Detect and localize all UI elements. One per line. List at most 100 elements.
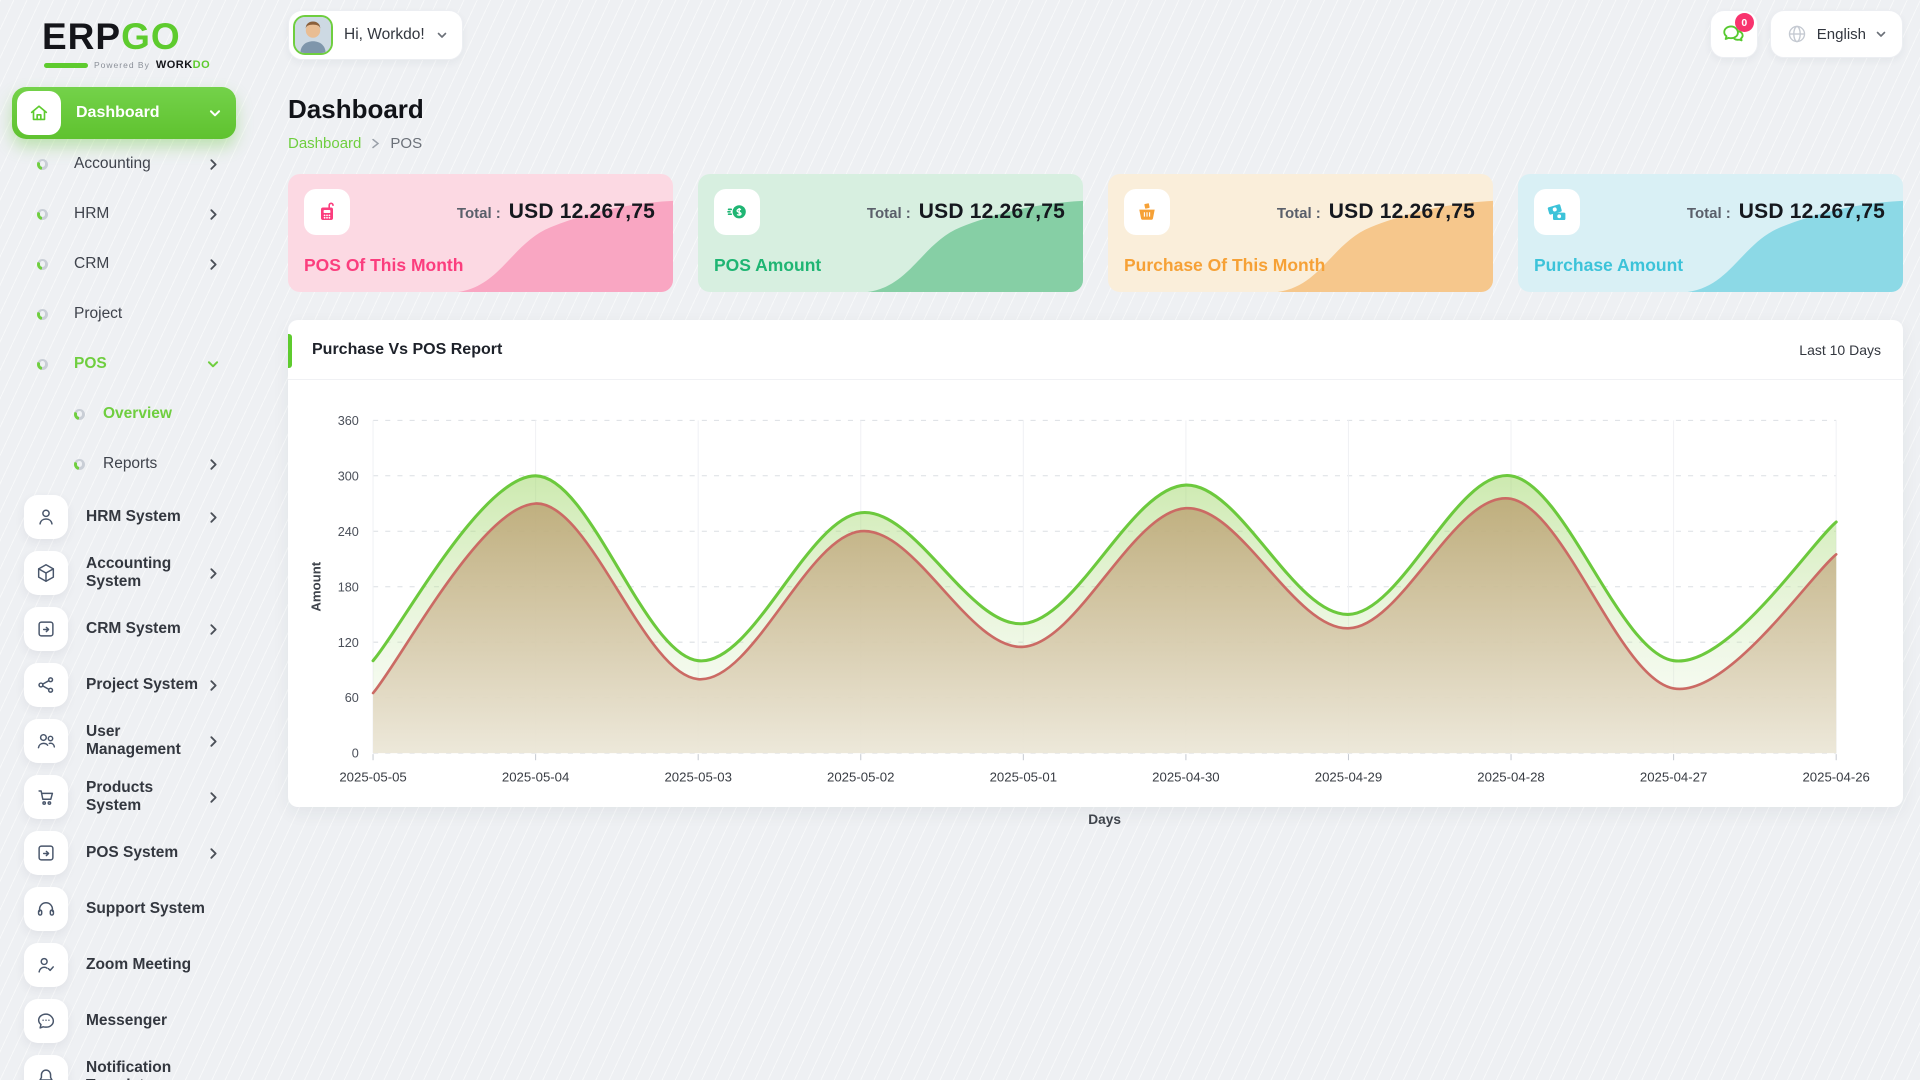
sidebar-item-zoom-meeting[interactable]: Zoom Meeting <box>12 937 236 993</box>
bullet-donut-icon <box>74 409 85 420</box>
logo-underline <box>44 63 88 68</box>
money-transfer-icon <box>714 189 760 235</box>
svg-text:2025-04-30: 2025-04-30 <box>1152 770 1219 785</box>
stat-card-label: POS Of This Month <box>304 255 463 276</box>
sidebar-item-label: Project System <box>86 676 207 694</box>
breadcrumb-dashboard-link[interactable]: Dashboard <box>288 135 361 152</box>
stat-card-pos-amount: Total :USD 12.267,75 POS Amount <box>698 174 1083 292</box>
home-icon <box>17 91 61 135</box>
sidebar-item-reports[interactable]: Reports <box>12 439 236 489</box>
app-logo[interactable]: ERPGO Powered By WORKDO <box>42 18 236 71</box>
sidebar-item-user-management[interactable]: User Management <box>12 713 236 769</box>
stat-card-purchase-of-this-month: Total :USD 12.267,75 Purchase Of This Mo… <box>1108 174 1493 292</box>
sidebar-item-label: CRM <box>74 255 207 273</box>
sidebar-item-label: CRM System <box>86 620 207 638</box>
total-amount: USD 12.267,75 <box>1739 200 1885 224</box>
sidebar-item-project[interactable]: Project <box>12 289 236 339</box>
bullet-donut-icon <box>37 359 48 370</box>
bullet-donut-icon <box>37 159 48 170</box>
card-accent-bar <box>288 334 292 368</box>
sidebar: ERPGO Powered By WORKDO Dashboard Accoun… <box>0 0 248 1080</box>
sidebar-item-project-system[interactable]: Project System <box>12 657 236 713</box>
svg-text:2025-05-01: 2025-05-01 <box>990 770 1057 785</box>
sidebar-item-hrm[interactable]: HRM <box>12 189 236 239</box>
chart-card: Purchase Vs POS Report Last 10 Days 0601… <box>288 320 1903 807</box>
total-amount: USD 12.267,75 <box>509 200 655 224</box>
app-window-icon <box>24 831 68 875</box>
stat-card-label: Purchase Of This Month <box>1124 255 1325 276</box>
chevron-right-icon <box>207 458 220 471</box>
notifications-button[interactable]: 0 <box>1710 10 1758 58</box>
sidebar-item-label: Accounting <box>74 155 207 173</box>
bullet-donut-icon <box>74 459 85 470</box>
sidebar-item-pos[interactable]: POS <box>12 339 236 389</box>
sidebar-item-products-system[interactable]: Products System <box>12 769 236 825</box>
svg-text:360: 360 <box>338 414 359 428</box>
sidebar-item-label: Overview <box>103 405 220 423</box>
sidebar-item-label: POS <box>74 355 206 373</box>
chart-title: Purchase Vs POS Report <box>312 341 502 359</box>
bullet-donut-icon <box>37 309 48 320</box>
sidebar-item-label: Reports <box>103 455 207 473</box>
stat-cards-row: Total : USD 12.267,75 POS Of This Month T… <box>288 174 1903 292</box>
pos-machine-icon <box>304 189 350 235</box>
svg-text:2025-04-26: 2025-04-26 <box>1802 770 1869 785</box>
chevron-right-icon <box>371 138 380 149</box>
purchase-vs-pos-chart: 0601201802403003602025-05-052025-05-0420… <box>288 380 1903 836</box>
sidebar-item-crm-system[interactable]: CRM System <box>12 601 236 657</box>
sidebar-item-label: HRM <box>74 205 207 223</box>
sidebar-item-label: HRM System <box>86 508 207 526</box>
sidebar-item-label: User Management <box>86 723 207 759</box>
chevron-right-icon <box>207 158 220 171</box>
page-title: Dashboard <box>288 94 1903 125</box>
sidebar-item-label: Zoom Meeting <box>86 956 220 974</box>
sidebar-item-pos-system[interactable]: POS System <box>12 825 236 881</box>
bullet-donut-icon <box>37 209 48 220</box>
chevron-right-icon <box>207 208 220 221</box>
sidebar-item-overview[interactable]: Overview <box>12 389 236 439</box>
chevron-right-icon <box>207 623 220 636</box>
sidebar-item-messenger[interactable]: Messenger <box>12 993 236 1049</box>
svg-text:240: 240 <box>338 525 359 539</box>
sidebar-item-crm[interactable]: CRM <box>12 239 236 289</box>
sidebar-item-label: Notification Template <box>86 1059 220 1080</box>
chevron-down-icon <box>436 29 448 41</box>
main-content: Hi, Workdo! 0 English Dashboard Dashboar… <box>248 0 1920 807</box>
stat-card-label: Purchase Amount <box>1534 255 1683 276</box>
chat-icon <box>24 999 68 1043</box>
bullet-donut-icon <box>37 259 48 270</box>
svg-text:2025-05-05: 2025-05-05 <box>339 770 406 785</box>
sidebar-item-hrm-system[interactable]: HRM System <box>12 489 236 545</box>
greeting-label: Hi, Workdo! <box>344 26 425 44</box>
sidebar-item-accounting-system[interactable]: Accounting System <box>12 545 236 601</box>
sidebar-item-accounting[interactable]: Accounting <box>12 139 236 189</box>
sidebar-item-label: POS System <box>86 844 207 862</box>
total-label: Total : <box>1277 205 1321 222</box>
topbar: Hi, Workdo! 0 English <box>288 10 1903 60</box>
svg-text:60: 60 <box>345 691 359 705</box>
sidebar-item-notification-template[interactable]: Notification Template <box>12 1049 236 1080</box>
stat-card-purchase-amount: Total :USD 12.267,75 Purchase Amount <box>1518 174 1903 292</box>
language-selector[interactable]: English <box>1770 10 1903 58</box>
breadcrumb-current: POS <box>390 135 422 152</box>
breadcrumb: Dashboard POS <box>288 135 1903 152</box>
stat-card-label: POS Amount <box>714 255 821 276</box>
share-nodes-icon <box>24 663 68 707</box>
svg-text:180: 180 <box>338 580 359 594</box>
svg-text:120: 120 <box>338 636 359 650</box>
chevron-down-icon <box>208 106 222 120</box>
powered-by-label: Powered By <box>94 60 150 70</box>
sidebar-item-support-system[interactable]: Support System <box>12 881 236 937</box>
svg-text:300: 300 <box>338 469 359 483</box>
svg-text:2025-05-02: 2025-05-02 <box>827 770 894 785</box>
basket-icon <box>1124 189 1170 235</box>
cart-icon <box>24 775 68 819</box>
chevron-right-icon <box>207 847 220 860</box>
svg-text:2025-04-28: 2025-04-28 <box>1477 770 1544 785</box>
users-icon <box>24 719 68 763</box>
sidebar-item-dashboard[interactable]: Dashboard <box>12 87 236 139</box>
chevron-down-icon <box>206 357 220 371</box>
globe-icon <box>1786 23 1808 45</box>
area-chart-svg: 0601201802403003602025-05-052025-05-0420… <box>300 398 1893 836</box>
user-menu[interactable]: Hi, Workdo! <box>288 10 463 60</box>
